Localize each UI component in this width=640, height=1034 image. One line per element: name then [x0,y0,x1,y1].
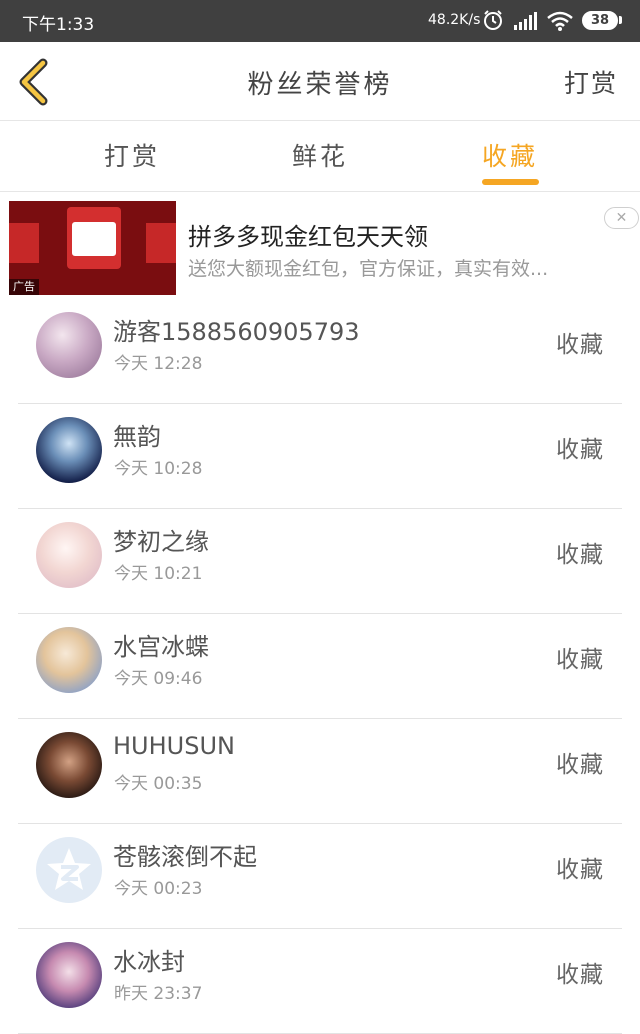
fan-name: HUHUSUN [113,732,235,760]
active-tab-indicator [482,179,539,185]
avatar [36,417,102,483]
avatar [36,627,102,693]
ad-banner[interactable]: 广告 拼多多现金红包天天领 送您大额现金红包，官方保证，真实有效... [0,192,640,298]
ad-description: 送您大额现金红包，官方保证，真实有效... [188,258,549,280]
list-item[interactable]: 游客1588560905793 今天 12:28 收藏 [18,298,622,404]
fan-action: 收藏 [556,857,604,883]
fan-action: 收藏 [556,332,604,358]
ad-image: 广告 [9,201,176,295]
fan-time: 今天 12:28 [114,354,203,374]
fan-name: 梦初之缘 [113,528,209,556]
list-item[interactable]: HUHUSUN 今天 00:35 收藏 [18,718,622,824]
list-item[interactable]: 梦初之缘 今天 10:21 收藏 [18,508,622,614]
fan-name: 水冰封 [113,948,185,976]
network-speed: 48.2K/s [428,12,481,28]
list-item[interactable]: 無韵 今天 10:28 收藏 [18,403,622,509]
fan-time: 昨天 23:37 [114,984,203,1004]
reward-button[interactable]: 打赏 [564,64,618,100]
list-item[interactable]: 苍骸滚倒不起 今天 00:23 收藏 [18,823,622,929]
tab-favorites[interactable]: 收藏 [482,137,538,173]
fan-action: 收藏 [556,437,604,463]
avatar [36,312,102,378]
signal-icon [514,12,537,30]
fan-time: 今天 00:35 [114,774,203,794]
ad-tag: 广告 [9,279,39,295]
header-bar: 粉丝荣誉榜 打赏 [0,42,640,121]
battery-icon: 38 [582,11,618,30]
status-time: 下午1:33 [22,15,95,35]
tab-reward[interactable]: 打赏 [104,137,160,173]
avatar [36,837,102,903]
ad-title: 拼多多现金红包天天领 [188,223,428,251]
fan-action: 收藏 [556,647,604,673]
avatar [36,522,102,588]
fan-action: 收藏 [556,542,604,568]
close-icon[interactable]: ✕ [604,207,639,229]
battery-level: 38 [590,13,610,28]
page-title: 粉丝荣誉榜 [247,70,393,100]
tab-flowers[interactable]: 鲜花 [292,137,348,173]
fan-name: 水宫冰蝶 [113,633,209,661]
status-bar: 下午1:33 48.2K/s 38 [0,0,640,42]
default-avatar-icon [47,848,91,890]
fan-time: 今天 09:46 [114,669,203,689]
list-item[interactable]: 水冰封 昨天 23:37 收藏 [18,928,622,1034]
wifi-icon [547,11,573,31]
fan-action: 收藏 [556,752,604,778]
fan-time: 今天 00:23 [114,879,203,899]
fan-time: 今天 10:28 [114,459,203,479]
battery-nub [619,16,622,24]
list-item[interactable]: 水宫冰蝶 今天 09:46 收藏 [18,613,622,719]
avatar [36,732,102,798]
tab-bar: 打赏 鲜花 收藏 [0,121,640,192]
fan-time: 今天 10:21 [114,564,203,584]
fan-name: 苍骸滚倒不起 [113,843,257,871]
alarm-icon [484,10,502,30]
avatar [36,942,102,1008]
fan-action: 收藏 [556,962,604,988]
fan-name: 無韵 [113,423,161,451]
fan-name: 游客1588560905793 [113,318,360,346]
